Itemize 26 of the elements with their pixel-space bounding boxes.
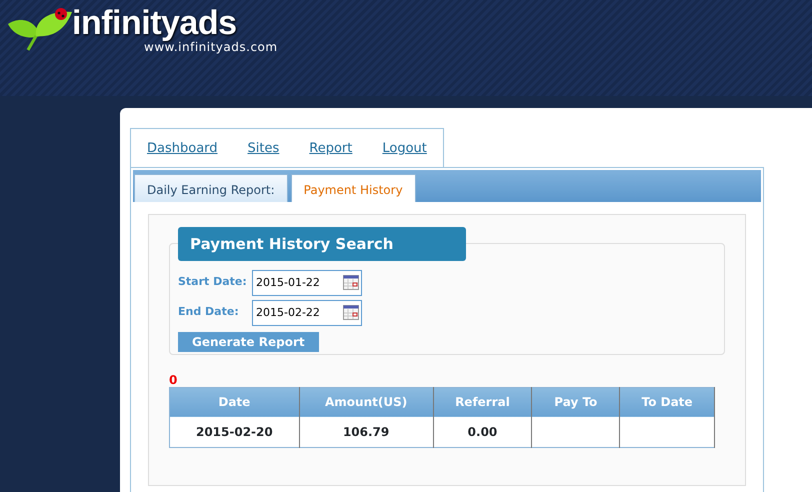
date-field[interactable]: 2015-01-22 — [252, 270, 342, 296]
table-cell: 0.00 — [433, 417, 532, 447]
logo-url: www.infinityads.com — [144, 40, 278, 56]
field-label: End Date: — [178, 304, 240, 320]
nav-link[interactable]: Logout — [382, 139, 427, 158]
table-cell: 2015-02-20 — [170, 417, 300, 447]
logo-text: infinityads — [72, 6, 237, 40]
generate-report-button[interactable]: Generate Report — [178, 332, 319, 352]
date-field[interactable]: 2015-02-22 — [252, 300, 342, 326]
column-header: Pay To — [532, 387, 620, 417]
nav-link[interactable]: Report — [309, 139, 352, 158]
tab[interactable]: Daily Earning Report: — [134, 174, 288, 202]
leaf-logo-icon — [6, 6, 72, 52]
column-header: To Date — [620, 387, 714, 417]
panel-title: Payment History Search — [178, 226, 466, 261]
nav-link[interactable]: Sites — [248, 139, 280, 158]
table-cell: 106.79 — [299, 417, 434, 447]
nav-link[interactable]: Dashboard — [147, 139, 218, 158]
column-header: Referral — [433, 387, 532, 417]
calendar-icon[interactable] — [342, 270, 362, 296]
tab[interactable]: Payment History — [290, 174, 416, 202]
column-header: Date — [170, 387, 300, 417]
field-label: Start Date: — [178, 274, 248, 290]
result-count: 0 — [169, 372, 178, 386]
calendar-icon[interactable] — [342, 300, 362, 326]
column-header: Amount(US) — [299, 387, 434, 417]
